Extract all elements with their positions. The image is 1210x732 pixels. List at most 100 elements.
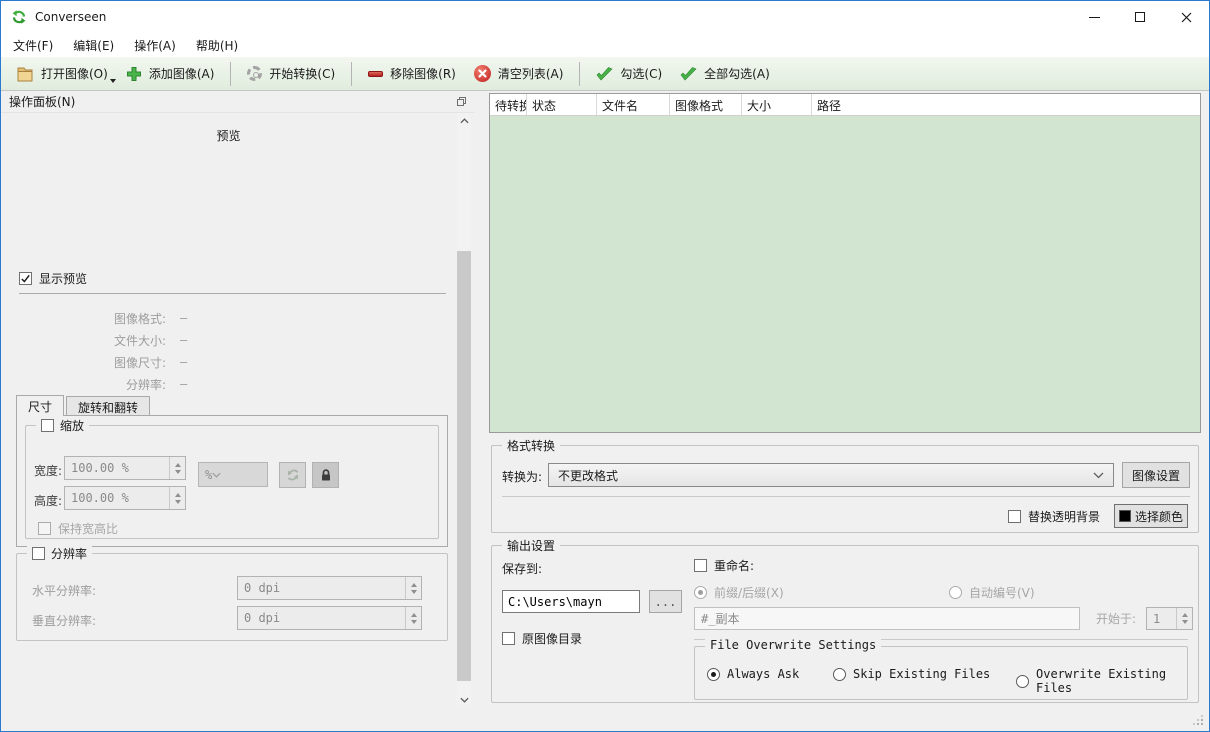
add-images-button[interactable]: 添加图像(A): [117, 61, 224, 86]
prefix-suffix-label: 前缀/后缀(X): [714, 584, 784, 601]
file-list-body[interactable]: [490, 116, 1200, 433]
remove-images-button[interactable]: 移除图像(R): [359, 61, 465, 86]
checkbox-icon[interactable]: [502, 632, 515, 645]
keep-aspect-checkbox[interactable]: 保持宽高比: [38, 520, 118, 537]
file-overwrite-groupbox: File Overwrite Settings Always Ask Skip …: [694, 646, 1188, 700]
checkbox-checked-icon[interactable]: [19, 272, 32, 285]
checkbox-icon[interactable]: [694, 559, 707, 572]
check-label: 勾选(C): [620, 65, 662, 82]
menu-help[interactable]: 帮助(H): [186, 34, 248, 57]
spin-arrows-icon[interactable]: [1176, 608, 1192, 629]
keep-aspect-label: 保持宽高比: [58, 520, 118, 537]
image-info: 图像格式: – 文件大小: – 图像尺寸: – 分辨率: –: [1, 307, 456, 395]
start-at-label: 开始于:: [1096, 610, 1136, 627]
spin-arrows-icon[interactable]: [169, 487, 185, 509]
check-all-button[interactable]: 全部勾选(A): [671, 61, 779, 86]
menu-file[interactable]: 文件(F): [3, 34, 63, 57]
open-images-label: 打开图像(O): [41, 65, 108, 82]
remove-images-label: 移除图像(R): [390, 65, 456, 82]
close-button[interactable]: [1163, 1, 1209, 33]
window-title: Converseen: [35, 10, 106, 24]
scale-checkbox[interactable]: [41, 419, 54, 432]
checkbox-icon[interactable]: [1008, 510, 1021, 523]
h-resolution-spinbox[interactable]: [237, 576, 422, 600]
unit-combobox[interactable]: %: [198, 462, 268, 487]
check-all-icon: [680, 67, 697, 81]
check-button[interactable]: 勾选(C): [587, 61, 671, 86]
maximize-icon: [1135, 12, 1145, 22]
start-at-spinbox[interactable]: [1146, 607, 1193, 630]
minimize-button[interactable]: [1071, 1, 1117, 33]
column-header-path[interactable]: 路径: [812, 94, 1200, 115]
radio-icon[interactable]: [1016, 675, 1029, 688]
overwrite-existing-radio[interactable]: Overwrite Existing Files: [1016, 667, 1187, 695]
scroll-down-button[interactable]: [457, 692, 471, 707]
radio-icon[interactable]: [833, 668, 846, 681]
h-resolution-input[interactable]: [238, 577, 405, 599]
radio-icon[interactable]: [694, 586, 707, 599]
replace-transparent-bg-checkbox[interactable]: 替换透明背景: [1008, 508, 1100, 525]
always-ask-radio[interactable]: Always Ask: [707, 667, 799, 681]
spin-arrows-icon[interactable]: [169, 457, 185, 479]
v-resolution-spinbox[interactable]: [237, 606, 422, 630]
column-header-size[interactable]: 大小: [742, 94, 812, 115]
radio-icon[interactable]: [949, 586, 962, 599]
spin-arrows-icon[interactable]: [405, 577, 421, 599]
rename-checkbox[interactable]: 重命名:: [694, 557, 754, 574]
tab-size[interactable]: 尺寸: [16, 395, 64, 416]
tab-rotate-flip[interactable]: 旋转和翻转: [66, 396, 150, 415]
refresh-button[interactable]: [279, 462, 306, 488]
v-resolution-input[interactable]: [238, 607, 405, 629]
divider: [502, 496, 1190, 497]
resize-grip[interactable]: [1201, 723, 1203, 725]
browse-button[interactable]: ...: [649, 590, 682, 613]
chevron-down-icon: [460, 697, 469, 703]
column-header-status[interactable]: 状态: [527, 94, 597, 115]
clear-list-button[interactable]: 清空列表(A): [465, 61, 573, 86]
file-list-table: 待转换 状态 文件名 图像格式 大小 路径: [489, 93, 1201, 433]
show-preview-checkbox[interactable]: 显示预览: [19, 270, 87, 287]
width-input[interactable]: [65, 457, 169, 479]
height-input[interactable]: [65, 487, 169, 509]
h-resolution-label: 水平分辨率:: [32, 582, 96, 599]
scroll-up-button[interactable]: [457, 113, 471, 128]
start-at-input[interactable]: [1147, 608, 1176, 629]
source-directory-checkbox[interactable]: 原图像目录: [502, 630, 582, 647]
scrollbar-thumb[interactable]: [457, 251, 471, 681]
save-path-input[interactable]: [502, 590, 640, 613]
column-header-format[interactable]: 图像格式: [670, 94, 742, 115]
open-images-button[interactable]: 打开图像(O): [7, 61, 117, 86]
auto-number-radio[interactable]: 自动编号(V): [949, 584, 1035, 601]
lock-aspect-button[interactable]: [312, 462, 339, 488]
resolution-checkbox[interactable]: [32, 547, 45, 560]
skip-existing-radio[interactable]: Skip Existing Files: [833, 667, 990, 681]
rename-pattern-input[interactable]: [694, 607, 1080, 630]
start-conversion-label: 开始转换(C): [269, 65, 335, 82]
format-combobox[interactable]: 不更改格式: [548, 463, 1114, 487]
height-spinbox[interactable]: [64, 486, 186, 510]
panel-scrollbar[interactable]: [457, 113, 471, 707]
add-plus-icon: [126, 66, 142, 82]
menu-actions[interactable]: 操作(A): [124, 34, 186, 57]
start-conversion-button[interactable]: 开始转换(C): [238, 61, 344, 86]
column-header-filename[interactable]: 文件名: [597, 94, 670, 115]
actions-panel-title: 操作面板(N): [9, 93, 75, 110]
width-spinbox[interactable]: [64, 456, 186, 480]
image-settings-button[interactable]: 图像设置: [1122, 462, 1190, 488]
info-row-filesize: 文件大小: –: [1, 329, 456, 351]
spin-arrows-icon[interactable]: [405, 607, 421, 629]
maximize-button[interactable]: [1117, 1, 1163, 33]
float-panel-button[interactable]: [456, 96, 467, 107]
menu-edit[interactable]: 编辑(E): [63, 34, 124, 57]
prefix-suffix-radio[interactable]: 前缀/后缀(X): [694, 584, 784, 601]
refresh-icon: [285, 467, 301, 483]
output-group-title: 输出设置: [507, 537, 555, 554]
chevron-down-icon: [1093, 472, 1104, 479]
gear-icon: [247, 66, 262, 81]
column-header-convert[interactable]: 待转换: [490, 94, 527, 115]
radio-icon[interactable]: [707, 668, 720, 681]
checkbox-icon[interactable]: [38, 522, 51, 535]
choose-color-button[interactable]: 选择颜色: [1114, 504, 1188, 528]
convert-to-label: 转换为:: [502, 468, 542, 485]
dimension-tabs: 尺寸 旋转和翻转: [16, 395, 152, 415]
